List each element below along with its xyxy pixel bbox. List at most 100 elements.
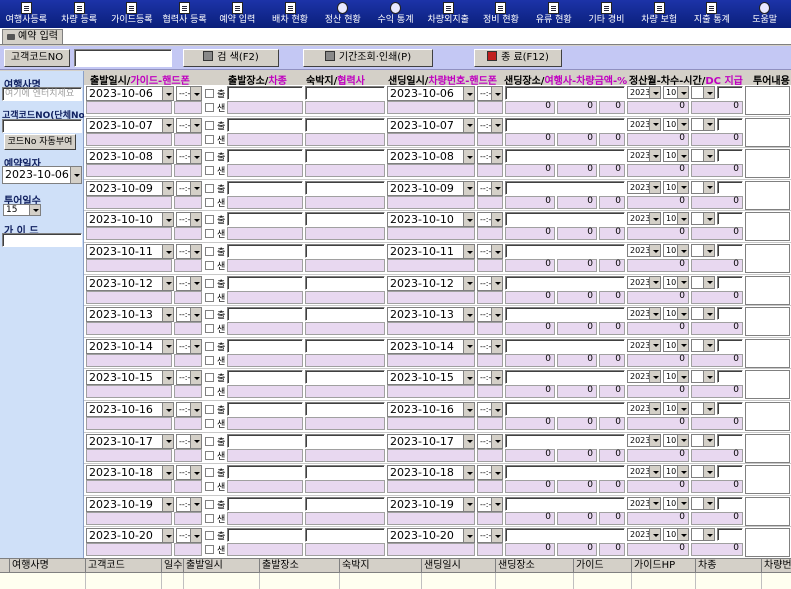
guide-phone-input[interactable] [174, 353, 202, 367]
dc-input[interactable] [717, 433, 743, 447]
chevron-down-icon[interactable] [677, 434, 688, 446]
departure-date-picker[interactable]: 2023-10-19 [86, 496, 174, 512]
menu-item-10[interactable]: 유류 현황 [527, 0, 580, 28]
settle-year-select[interactable]: 2023 [627, 275, 661, 289]
departure-checkbox[interactable] [205, 215, 214, 225]
sending-time-select[interactable]: --:-- [477, 370, 503, 386]
departure-checkbox[interactable] [205, 531, 214, 541]
chevron-down-icon[interactable] [491, 181, 502, 195]
lodging-input[interactable] [305, 307, 385, 322]
guide-phone-input[interactable] [174, 543, 202, 557]
chevron-down-icon[interactable] [162, 213, 173, 227]
car-number-select[interactable] [387, 101, 475, 114]
chevron-down-icon[interactable] [703, 181, 714, 193]
settle-month-select[interactable]: 10 [663, 149, 689, 163]
guide-select[interactable] [86, 259, 172, 272]
departure-date-picker[interactable]: 2023-10-11 [86, 244, 174, 259]
settle-month-select[interactable]: 10 [663, 496, 689, 510]
send-place-input[interactable] [505, 180, 625, 195]
car-type-select[interactable] [227, 511, 303, 525]
sending-date-picker[interactable]: 2023-10-08 [387, 149, 475, 165]
sending-date-picker[interactable]: 2023-10-10 [387, 212, 475, 228]
departure-date-picker[interactable]: 2023-10-20 [86, 528, 174, 544]
send-place-input[interactable] [505, 370, 625, 385]
tour-content-input[interactable] [745, 275, 790, 305]
departure-checkbox[interactable] [205, 89, 214, 98]
car-type-select[interactable] [227, 448, 303, 462]
chevron-down-icon[interactable] [162, 497, 173, 511]
settle-year-select[interactable]: 2023 [627, 244, 661, 257]
depart-place-input[interactable] [227, 338, 303, 353]
car-phone-input[interactable] [477, 259, 503, 272]
dc-input[interactable] [717, 180, 743, 194]
guide-phone-input[interactable] [174, 290, 202, 304]
chevron-down-icon[interactable] [677, 276, 688, 288]
partner-select[interactable] [305, 511, 385, 525]
car-number-select[interactable] [387, 259, 475, 272]
settle-year-select[interactable]: 2023 [627, 496, 661, 510]
settle-time-select[interactable] [691, 244, 715, 257]
chevron-down-icon[interactable] [491, 466, 502, 480]
send-place-input[interactable] [505, 117, 625, 132]
summary-col-header-8[interactable]: 가이드 [574, 559, 632, 573]
departure-date-picker[interactable]: 2023-10-06 [86, 86, 174, 101]
sending-time-select[interactable]: --:-- [477, 433, 503, 449]
departure-time-select[interactable]: --:-- [176, 117, 202, 133]
partner-select[interactable] [305, 259, 385, 272]
sending-date-picker[interactable]: 2023-10-06 [387, 86, 475, 101]
chevron-down-icon[interactable] [703, 245, 714, 256]
car-number-select[interactable] [387, 227, 475, 241]
send-place-input[interactable] [505, 212, 625, 227]
tour-content-input[interactable] [745, 433, 790, 463]
settle-year-select[interactable]: 2023 [627, 212, 661, 226]
settle-year-select[interactable]: 2023 [627, 117, 661, 131]
chevron-down-icon[interactable] [677, 529, 688, 541]
sending-checkbox[interactable] [205, 482, 214, 492]
chevron-down-icon[interactable] [703, 466, 714, 478]
group-code-input[interactable] [2, 119, 82, 133]
tour-content-input[interactable] [745, 338, 790, 368]
guide-input[interactable] [2, 233, 82, 247]
sending-date-picker[interactable]: 2023-10-17 [387, 433, 475, 449]
chevron-down-icon[interactable] [491, 497, 502, 511]
chevron-down-icon[interactable] [463, 403, 474, 416]
settle-year-select[interactable]: 2023 [627, 180, 661, 194]
chevron-down-icon[interactable] [463, 276, 474, 290]
settle-year-select[interactable]: 2023 [627, 370, 661, 384]
exit-button[interactable]: 종 료(F12) [474, 49, 562, 67]
chevron-down-icon[interactable] [162, 466, 173, 480]
chevron-down-icon[interactable] [463, 118, 474, 132]
car-type-select[interactable] [227, 164, 303, 178]
chevron-down-icon[interactable] [190, 245, 201, 258]
settle-time-select[interactable] [691, 465, 715, 479]
chevron-down-icon[interactable] [649, 245, 660, 256]
partner-select[interactable] [305, 480, 385, 494]
departure-time-select[interactable]: --:-- [176, 433, 202, 449]
tour-days-select[interactable]: 15 [3, 204, 41, 216]
menu-item-14[interactable]: 도움말 [738, 0, 791, 28]
tour-content-input[interactable] [745, 307, 790, 337]
departure-checkbox[interactable] [205, 341, 214, 351]
chevron-down-icon[interactable] [703, 371, 714, 383]
guide-phone-input[interactable] [174, 417, 202, 430]
lodging-input[interactable] [305, 465, 385, 480]
chevron-down-icon[interactable] [463, 213, 474, 227]
customer-code-button[interactable]: 고객코드NO [4, 49, 70, 67]
sending-time-select[interactable]: --:-- [477, 338, 503, 354]
chevron-down-icon[interactable] [162, 434, 173, 448]
guide-select[interactable] [86, 353, 172, 367]
chevron-down-icon[interactable] [703, 213, 714, 225]
partner-select[interactable] [305, 132, 385, 146]
settle-time-select[interactable] [691, 86, 715, 99]
settle-year-select[interactable]: 2023 [627, 433, 661, 447]
departure-checkbox[interactable] [205, 278, 214, 288]
tour-content-input[interactable] [745, 465, 790, 495]
agency-input[interactable]: 여기에 엔터치세요 [2, 87, 82, 101]
lodging-input[interactable] [305, 117, 385, 132]
departure-date-picker[interactable]: 2023-10-16 [86, 402, 174, 417]
guide-select[interactable] [86, 322, 172, 336]
depart-place-input[interactable] [227, 307, 303, 322]
chevron-down-icon[interactable] [649, 150, 660, 162]
car-number-select[interactable] [387, 448, 475, 462]
chevron-down-icon[interactable] [677, 118, 688, 130]
